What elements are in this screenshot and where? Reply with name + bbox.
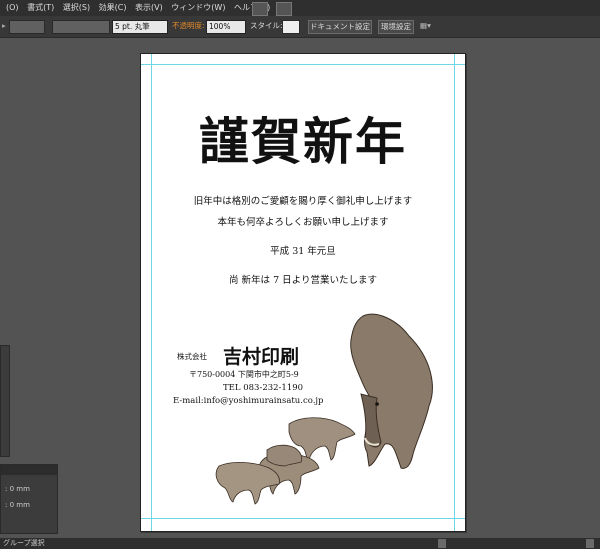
status-bar: グループ選択 [0,538,600,549]
opacity-input[interactable]: 100% [206,20,246,34]
bridge-icon[interactable] [252,2,268,16]
style-label: スタイル: [250,21,283,30]
artboard[interactable]: 謹賀新年 旧年中は格別のご愛顧を賜り厚く御礼申し上げます 本年も何卒よろしくお願… [140,53,466,532]
menu-select[interactable]: 選択(S) [63,3,90,12]
piglet-3 [215,462,280,505]
boar-illustration [215,313,433,505]
current-tool-label: グループ選択 [3,539,45,547]
left-panel-strip[interactable] [0,345,10,457]
style-swatch[interactable] [282,20,300,34]
panel-field-x[interactable]: : 0 mm [5,485,30,493]
menu-effect[interactable]: 効果(C) [99,3,127,12]
arrow-icon: ▸ [2,21,6,30]
menu-window[interactable]: ウィンドウ(W) [171,3,225,12]
workspace-icon[interactable]: ▦▾ [420,20,436,32]
scroll-right-arrow[interactable] [586,539,594,548]
mother-boar [350,313,433,469]
opacity-label[interactable]: 不透明度: [172,20,205,32]
panel-field-y[interactable]: : 0 mm [5,501,30,509]
menu-bar: (O) 書式(T) 選択(S) 効果(C) 表示(V) ウィンドウ(W) ヘルプ… [0,0,600,16]
horizontal-scrollbar-thumb[interactable] [438,539,446,548]
panel-header [1,465,57,475]
arrange-documents-icon[interactable] [276,2,292,16]
control-bar: ▸ 5 pt. 丸筆 不透明度: 100% スタイル: ドキュメント設定 環境設… [0,16,600,38]
menu-view[interactable]: 表示(V) [135,3,163,12]
fill-color-swatch[interactable] [9,20,45,34]
piglet-4 [266,444,303,467]
transform-panel[interactable]: : 0 mm : 0 mm [0,464,58,534]
stroke-weight-select[interactable]: 5 pt. 丸筆 [112,20,168,34]
menu-object[interactable]: (O) [6,3,19,12]
menu-type[interactable]: 書式(T) [27,3,54,12]
stroke-color-swatch[interactable] [52,20,110,34]
preferences-button[interactable]: 環境設定 [378,20,414,34]
document-settings-button[interactable]: ドキュメント設定 [308,20,372,34]
